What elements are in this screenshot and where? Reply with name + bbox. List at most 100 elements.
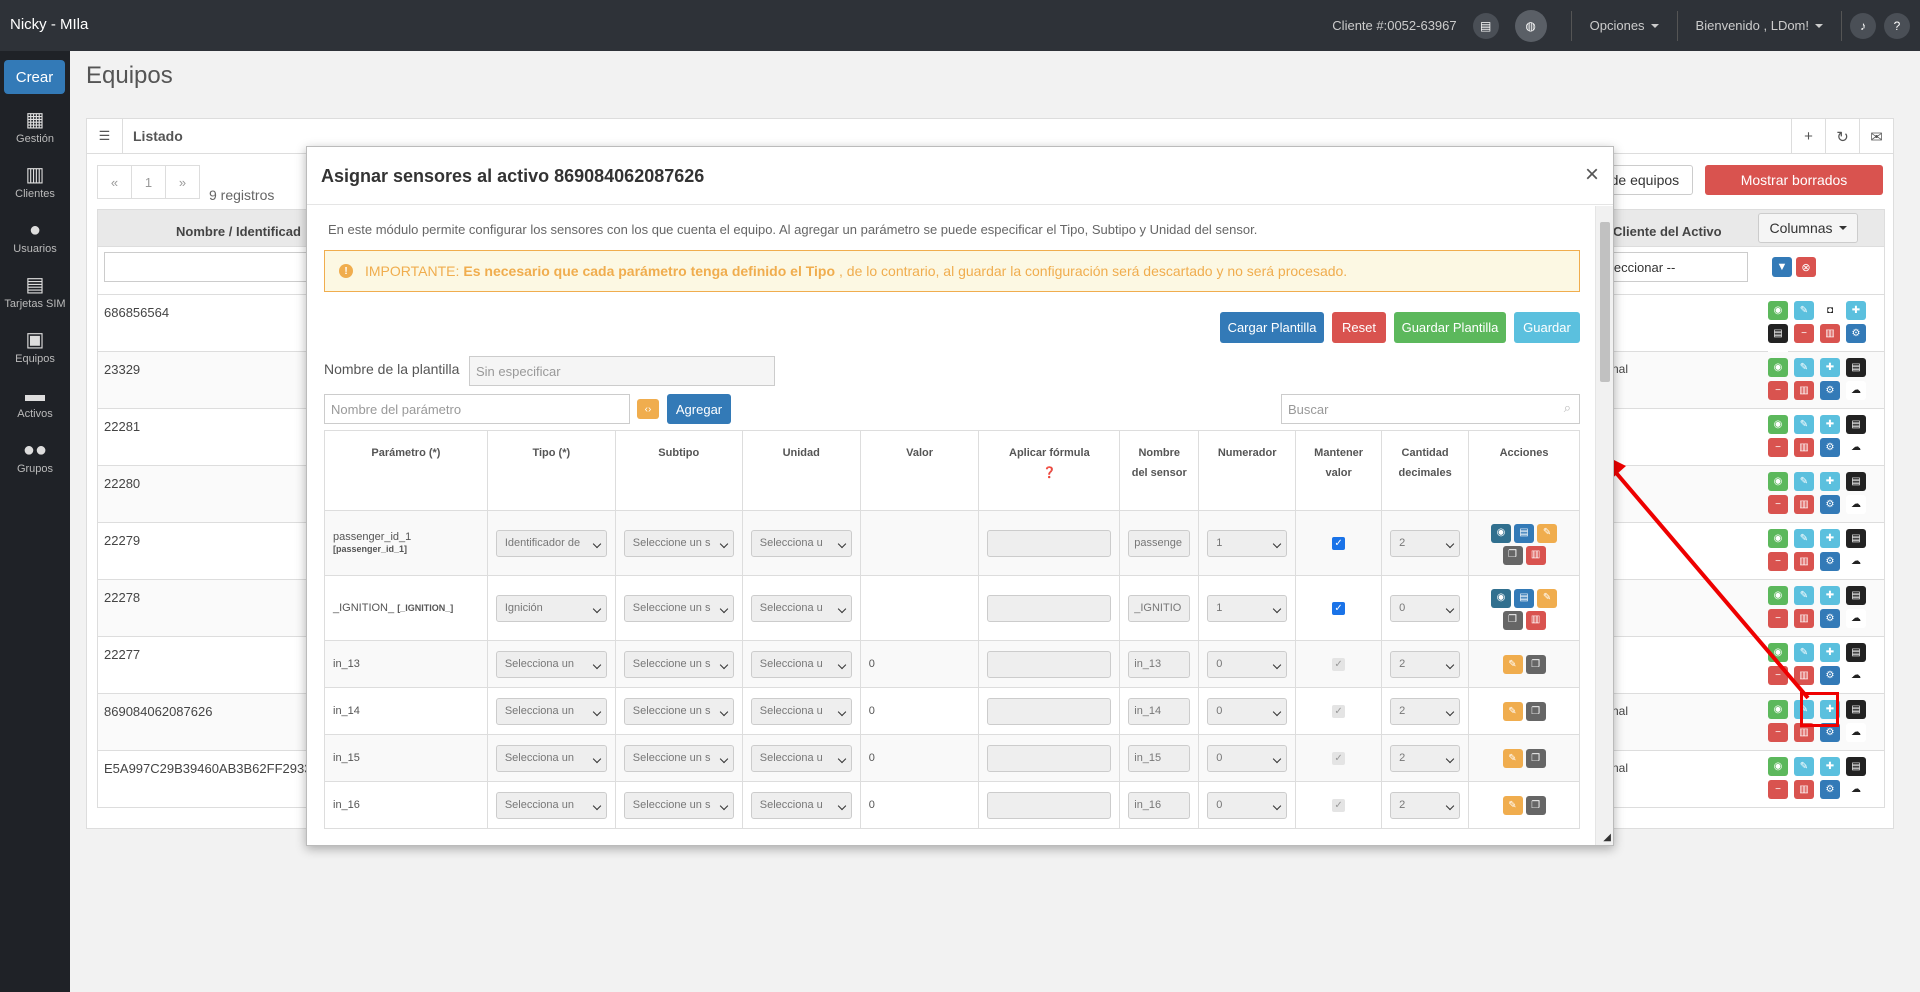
formula-input[interactable] [987, 697, 1112, 725]
resize-handle-icon[interactable]: ◢ [1603, 832, 1611, 843]
eye-icon[interactable]: ◉ [1490, 523, 1511, 543]
scroll-thumb[interactable] [1600, 222, 1610, 382]
copy-icon[interactable]: ❐ [1525, 654, 1546, 674]
actions-cell: ✎ ❐ [1468, 640, 1580, 688]
save-button[interactable]: Guardar [1514, 312, 1580, 343]
reset-button[interactable]: Reset [1332, 312, 1386, 343]
param-cell: in_16 [324, 781, 488, 829]
unit-cell: Selecciona u [741, 640, 861, 688]
sensor-row: in_16 Selecciona un Seleccione un s Selecci… [324, 781, 1580, 829]
modal-title: Asignar sensores al activo 8690840620876… [321, 166, 705, 186]
numerator-select[interactable]: 0 [1207, 744, 1288, 772]
keep-value-checkbox[interactable]: ✓ [1332, 751, 1346, 765]
sensor-name-input[interactable]: in_13 [1128, 650, 1191, 678]
help-icon[interactable]: ❓ [1043, 467, 1057, 479]
formula-input[interactable] [987, 594, 1112, 622]
unit-select[interactable]: Selecciona u [750, 529, 852, 557]
sensor-name-input[interactable]: in_16 [1128, 791, 1191, 819]
copy-icon[interactable]: ❐ [1502, 610, 1523, 630]
subtype-select[interactable]: Seleccione un s [623, 529, 734, 557]
type-select[interactable]: Ignición [495, 594, 607, 622]
keep-value-checkbox[interactable]: ✓ [1332, 657, 1346, 671]
decimals-select[interactable]: 2 [1390, 529, 1461, 557]
header-subtype: Subtipo [614, 430, 743, 511]
pencil-icon[interactable]: ✎ [1502, 654, 1523, 674]
header-unit: Unidad [741, 430, 861, 511]
clipboard-icon[interactable]: ▤ [1514, 523, 1535, 543]
numerator-cell: 0 [1198, 781, 1297, 829]
keep-value-checkbox[interactable]: ✓ [1332, 704, 1346, 718]
keep-value-checkbox[interactable]: ✓ [1332, 536, 1346, 550]
value-cell: 0 [859, 781, 980, 829]
copy-icon[interactable]: ❐ [1502, 545, 1523, 565]
pencil-icon[interactable]: ✎ [1502, 701, 1523, 721]
subtype-select[interactable]: Seleccione un s [623, 650, 734, 678]
type-select[interactable]: Selecciona un [495, 650, 607, 678]
numerator-select[interactable]: 0 [1207, 650, 1288, 678]
unit-select[interactable]: Selecciona u [750, 791, 852, 819]
sensor-row: in_15 Selecciona un Seleccione un s Selecci… [324, 734, 1580, 782]
param-name: in_15 [333, 752, 360, 764]
pencil-icon[interactable]: ✎ [1502, 748, 1523, 768]
template-name-input[interactable]: Sin especificar [469, 356, 775, 386]
sensor-name-input[interactable]: in_14 [1128, 697, 1191, 725]
type-select[interactable]: Selecciona un [495, 697, 607, 725]
formula-input[interactable] [987, 744, 1112, 772]
subtype-select[interactable]: Seleccione un s [623, 697, 734, 725]
code-icon[interactable]: ‹› [637, 399, 659, 419]
decimals-select[interactable]: 2 [1390, 791, 1461, 819]
close-icon[interactable]: × [1585, 161, 1599, 189]
copy-icon[interactable]: ❐ [1525, 795, 1546, 815]
type-select[interactable]: Selecciona un [495, 744, 607, 772]
formula-input[interactable] [987, 650, 1112, 678]
unit-select[interactable]: Selecciona u [750, 744, 852, 772]
unit-select[interactable]: Selecciona u [750, 650, 852, 678]
subtype-select[interactable]: Seleccione un s [623, 791, 734, 819]
decimals-select[interactable]: 2 [1390, 744, 1461, 772]
type-select[interactable]: Selecciona un [495, 791, 607, 819]
unit-select[interactable]: Selecciona u [750, 594, 852, 622]
trash-icon[interactable]: ▥ [1525, 610, 1546, 630]
sensors-body: passenger_id_1 [passenger_id_1] Identifica… [324, 510, 1580, 829]
param-key: [_IGNITION_] [397, 603, 454, 613]
param-name: _IGNITION_ [333, 602, 395, 614]
search-input[interactable]: Buscar ⌕ [1281, 394, 1580, 424]
subtype-select[interactable]: Seleccione un s [623, 744, 734, 772]
clipboard-icon[interactable]: ▤ [1514, 588, 1535, 608]
sensor-row: in_13 Selecciona un Seleccione un s Selecci… [324, 640, 1580, 688]
actions-cell: ◉ ▤ ✎ ❐ ▥ [1468, 510, 1580, 576]
numerator-select[interactable]: 1 [1207, 594, 1288, 622]
sensor-name-cell: _IGNITIO [1119, 575, 1200, 641]
keep-value-checkbox[interactable]: ✓ [1332, 798, 1346, 812]
unit-select[interactable]: Selecciona u [750, 697, 852, 725]
param-name-input[interactable]: Nombre del parámetro [324, 394, 630, 424]
numerator-select[interactable]: 0 [1207, 697, 1288, 725]
sensor-name-input[interactable]: _IGNITIO [1128, 594, 1191, 622]
copy-icon[interactable]: ❐ [1525, 748, 1546, 768]
subtype-select[interactable]: Seleccione un s [623, 594, 734, 622]
keep-value-checkbox[interactable]: ✓ [1332, 601, 1346, 615]
modal-scrollbar[interactable] [1595, 206, 1613, 845]
save-template-button[interactable]: Guardar Plantilla [1394, 312, 1506, 343]
formula-input[interactable] [987, 529, 1112, 557]
sensor-name-input[interactable]: in_15 [1128, 744, 1191, 772]
actions-cell: ✎ ❐ [1468, 687, 1580, 735]
copy-icon[interactable]: ❐ [1525, 701, 1546, 721]
pencil-icon[interactable]: ✎ [1502, 795, 1523, 815]
type-select[interactable]: Identificador de [495, 529, 607, 557]
numerator-select[interactable]: 1 [1207, 529, 1288, 557]
sensor-name-cell: in_14 [1119, 687, 1200, 735]
sensor-name-input[interactable]: passenge [1128, 529, 1191, 557]
numerator-select[interactable]: 0 [1207, 791, 1288, 819]
formula-input[interactable] [987, 791, 1112, 819]
pencil-icon[interactable]: ✎ [1537, 523, 1558, 543]
decimals-select[interactable]: 0 [1390, 594, 1461, 622]
add-button[interactable]: Agregar [667, 394, 731, 424]
trash-icon[interactable]: ▥ [1525, 545, 1546, 565]
decimals-select[interactable]: 2 [1390, 650, 1461, 678]
decimals-select[interactable]: 2 [1390, 697, 1461, 725]
eye-icon[interactable]: ◉ [1490, 588, 1511, 608]
subtype-cell: Seleccione un s [614, 734, 743, 782]
load-template-button[interactable]: Cargar Plantilla [1220, 312, 1324, 343]
pencil-icon[interactable]: ✎ [1537, 588, 1558, 608]
